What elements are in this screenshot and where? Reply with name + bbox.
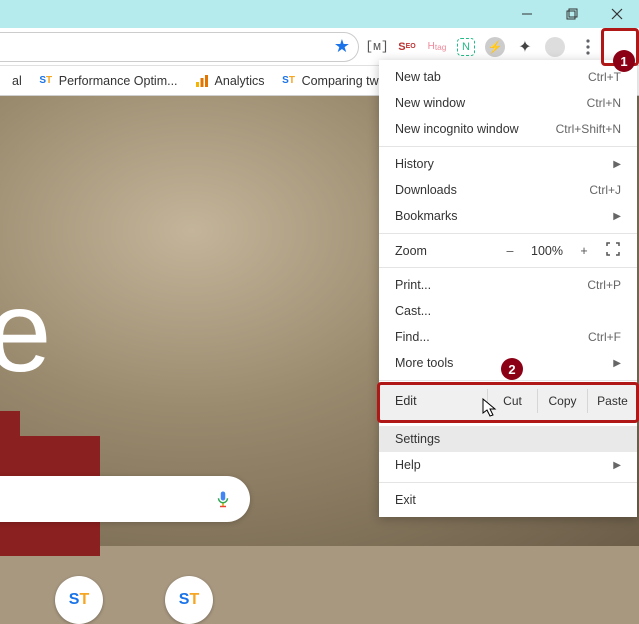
extension-icon-seo[interactable]: SEO	[397, 37, 417, 57]
maximize-button[interactable]	[549, 0, 594, 28]
menu-edit-row: Edit Cut Copy Paste	[379, 385, 637, 417]
menu-separator	[379, 146, 637, 147]
menu-cast[interactable]: Cast...	[379, 298, 637, 324]
menu-bookmarks[interactable]: Bookmarks▶	[379, 203, 637, 229]
menu-zoom: Zoom – 100% +	[379, 238, 637, 263]
extension-icons: [м] SEO Htag N ⚡ ✦	[359, 37, 573, 57]
extension-icon-n[interactable]: N	[457, 38, 475, 56]
annotation-number-1: 1	[613, 50, 635, 72]
menu-separator	[379, 267, 637, 268]
annotation-number-2: 2	[501, 358, 523, 380]
submenu-arrow-icon: ▶	[613, 358, 621, 369]
menu-history[interactable]: History▶	[379, 151, 637, 177]
menu-find[interactable]: Find...Ctrl+F	[379, 324, 637, 350]
menu-button[interactable]	[573, 32, 603, 62]
analytics-icon	[194, 73, 210, 89]
menu-separator	[379, 421, 637, 422]
edit-label: Edit	[395, 394, 487, 408]
extension-icon-m[interactable]: [м]	[367, 37, 387, 57]
zoom-value: 100%	[525, 244, 569, 258]
bookmark-item[interactable]: Analytics	[188, 70, 271, 92]
address-bar[interactable]: ★	[0, 32, 359, 62]
menu-print[interactable]: Print...Ctrl+P	[379, 272, 637, 298]
kebab-icon	[586, 39, 590, 55]
bookmark-item[interactable]: al	[6, 71, 28, 91]
zoom-in-button[interactable]: +	[569, 244, 599, 258]
menu-new-tab[interactable]: New tabCtrl+T	[379, 64, 637, 90]
minimize-button[interactable]	[504, 0, 549, 28]
extension-icon-bolt[interactable]: ⚡	[485, 37, 505, 57]
menu-settings[interactable]: Settings	[379, 426, 637, 452]
menu-separator	[379, 482, 637, 483]
st-icon	[281, 73, 297, 89]
voice-search-icon[interactable]	[214, 487, 232, 511]
menu-exit[interactable]: Exit	[379, 487, 637, 513]
st-icon	[38, 73, 54, 89]
extensions-icon[interactable]: ✦	[515, 37, 535, 57]
window-controls	[0, 0, 639, 28]
menu-separator	[379, 233, 637, 234]
google-search-box[interactable]	[0, 476, 250, 522]
menu-new-incognito[interactable]: New incognito windowCtrl+Shift+N	[379, 116, 637, 142]
google-logo: gle	[0, 266, 45, 398]
chrome-menu: New tabCtrl+T New windowCtrl+N New incog…	[379, 60, 637, 517]
submenu-arrow-icon: ▶	[613, 460, 621, 471]
close-button[interactable]	[594, 0, 639, 28]
shortcut-icon[interactable]: ST	[55, 576, 103, 624]
fullscreen-button[interactable]	[599, 242, 627, 259]
menu-help[interactable]: Help▶	[379, 452, 637, 478]
menu-new-window[interactable]: New windowCtrl+N	[379, 90, 637, 116]
paste-button[interactable]: Paste	[587, 389, 637, 413]
bookmark-item[interactable]: Performance Optim...	[32, 70, 184, 92]
cursor-icon	[482, 398, 500, 420]
menu-separator	[379, 380, 637, 381]
bookmark-star-icon[interactable]: ★	[334, 36, 350, 57]
submenu-arrow-icon: ▶	[613, 159, 621, 170]
bookmark-item[interactable]: Comparing two	[275, 70, 392, 92]
menu-downloads[interactable]: DownloadsCtrl+J	[379, 177, 637, 203]
zoom-out-button[interactable]: –	[495, 244, 525, 258]
extension-icon-htag[interactable]: Htag	[427, 37, 447, 57]
copy-button[interactable]: Copy	[537, 389, 587, 413]
submenu-arrow-icon: ▶	[613, 211, 621, 222]
zoom-label: Zoom	[395, 244, 495, 258]
profile-avatar-icon[interactable]	[545, 37, 565, 57]
shortcut-icon[interactable]: ST	[165, 576, 213, 624]
